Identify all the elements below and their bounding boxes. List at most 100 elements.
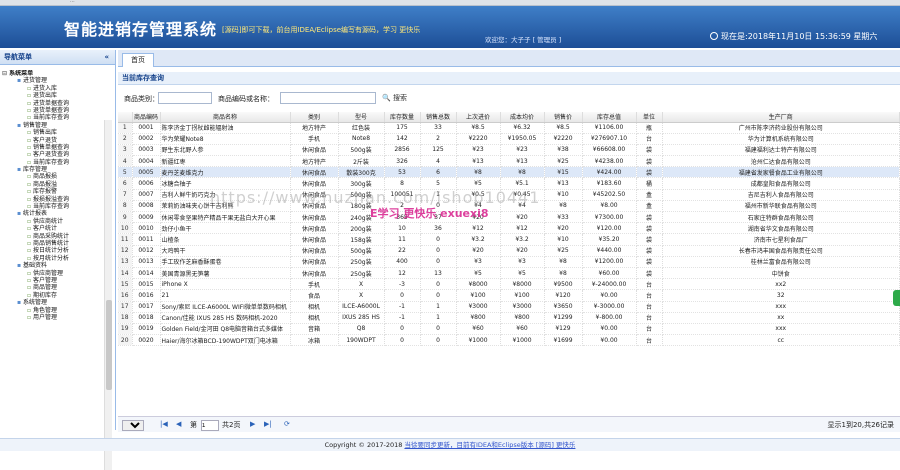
tree-item[interactable]: 库存报警 [0, 188, 104, 195]
table-row[interactable]: 5 0005 麦丹芝麦维克力 休闲食品 散装300克 53 6 ¥8 ¥8 ¥15 ¥424.00 袋… [118, 166, 900, 179]
name-label: 商品编码或名称： [218, 95, 274, 103]
column-header[interactable]: 商品编码 [132, 112, 161, 123]
table-cell: 0 [420, 334, 457, 347]
side-float-tab[interactable] [893, 290, 900, 306]
table-cell: 53 [384, 166, 421, 179]
tree-item[interactable]: 商品采购统计 [0, 233, 104, 240]
column-header[interactable]: 库存数量 [384, 112, 421, 123]
table-row[interactable]: 3 0003 野生东北野人参 休闲食品 500g装 2856 125 ¥23 ¥23 ¥38 ¥66… [118, 144, 900, 157]
sidebar-scrollbar[interactable] [104, 120, 112, 470]
table-cell: ¥800 [456, 312, 501, 324]
table-cell: 0 [420, 256, 457, 268]
table-row[interactable]: 13 0013 手工玫作芝麻香酥蛋卷 休闲食品 250g装 400 0 ¥3 ¥3 ¥8 ¥1200… [118, 256, 900, 268]
column-header[interactable]: 生产厂商 [662, 112, 900, 123]
tree-item[interactable]: 用户管理 [0, 314, 104, 321]
tree-item[interactable]: 期初库存 [0, 292, 104, 299]
table-cell: 1 [420, 301, 457, 313]
table-cell: ¥60 [500, 323, 545, 336]
column-header[interactable]: 成本均价 [500, 112, 545, 123]
first-page-icon[interactable]: |◀ [160, 420, 168, 428]
table-row[interactable]: 20 0020 Haier/海尔冰箱BCD-190WDPT双门电冰箱 冰箱 190WDP… [118, 334, 900, 347]
prev-page-icon[interactable]: ◀ [176, 420, 181, 428]
table-row[interactable]: 16 0016 21 食品 X 0 0 ¥100 ¥100 ¥120 ¥0.00 台 32 [118, 289, 900, 302]
table-cell: xxx [662, 301, 900, 313]
name-input[interactable] [280, 92, 376, 104]
table-cell: ¥15 [544, 166, 583, 179]
table-row[interactable]: 15 0015 iPhone X 手机 X -3 0 ¥8000 ¥8000 ¥9500 ¥-240… [118, 278, 900, 291]
table-cell: ¥3000 [500, 301, 545, 313]
page-input[interactable] [201, 420, 219, 431]
tree-item[interactable]: 商品报损 [0, 173, 104, 180]
tree-item[interactable]: 当前库存查询 [0, 114, 104, 121]
tree-item[interactable]: 客户退货查询 [0, 151, 104, 158]
table-cell: ¥8.00 [582, 200, 637, 213]
tree-root[interactable]: 系统菜单 [0, 70, 104, 77]
tree-item[interactable]: 进货单据查询 [0, 100, 104, 107]
tree-item[interactable]: 角色管理 [0, 307, 104, 314]
tree-item[interactable]: 报损报溢查询 [0, 196, 104, 203]
table-cell: Q8 [338, 323, 385, 336]
tree-item[interactable]: 客户退货 [0, 137, 104, 144]
column-header[interactable]: 库存总值 [582, 112, 637, 123]
table-cell: 142 [384, 133, 421, 145]
table-cell: 散装300克 [338, 166, 385, 179]
table-cell: 0 [384, 334, 421, 347]
table-row[interactable]: 2 0002 华为荣耀Note8 手机 Note8 142 2 ¥2220 ¥1950.05 ¥2… [118, 133, 900, 145]
table-row[interactable]: 18 0018 Canon/佳能 IXUS 285 HS 数码相机-2020 相机 IX… [118, 312, 900, 324]
next-page-icon[interactable]: ▶ [250, 420, 255, 428]
table-cell: ¥100 [456, 289, 501, 302]
footer-link[interactable]: 当徐要同步更新，目前有IDEA和Eclipse版本 [源码] 更快乐 [404, 441, 575, 449]
refresh-icon[interactable]: ⟳ [284, 420, 290, 428]
page-size-select[interactable]: 20 [122, 420, 144, 431]
table-row[interactable]: 14 0014 美国青源黑无笋薯 休闲食品 250g装 12 13 ¥5 ¥5 ¥8 ¥60.00 袋… [118, 267, 900, 280]
column-header[interactable]: 上次进价 [456, 112, 501, 123]
type-input[interactable] [158, 92, 212, 104]
footer: Copyright © 2017-2018 当徐要同步更新，目前有IDEA和Ec… [0, 438, 900, 451]
column-header[interactable]: 商品名称 [160, 112, 291, 123]
tree-group[interactable]: 基础资料 [0, 262, 104, 269]
column-header[interactable]: 类别 [290, 112, 339, 123]
table-row[interactable]: 9 0009 休闲零食坚果特产精品干果无盐白大开心果 休闲食品 240g装 365 37 ¥2… [118, 211, 900, 224]
table-cell: ¥12 [456, 222, 501, 235]
table-row[interactable]: 19 0019 Golden Field/金河田 Q8电脑音箱台式多媒体 音箱 Q8 0 0… [118, 323, 900, 336]
tree-group[interactable]: 进货管理 [0, 77, 104, 84]
tree-item[interactable]: 退货出库 [0, 92, 104, 99]
table-cell: ¥45202.50 [582, 189, 637, 201]
header-notice[interactable]: [源码]即可下载，前台用IDEA/Eclipse编写有源码，学习 更快乐 [222, 25, 420, 35]
table-row[interactable]: 1 0001 陈李济金丁拐杖雌能辐射油 地方特产 红色装 175 33 ¥8.5 ¥6.32 ¥8… [118, 122, 900, 134]
collapse-icon[interactable]: « [104, 50, 109, 65]
column-header[interactable]: 单位 [636, 112, 663, 123]
table-cell: 麦丹芝麦维克力 [160, 166, 291, 179]
tree-group[interactable]: 统计报表 [0, 210, 104, 217]
tree-item[interactable]: 按月统计分析 [0, 255, 104, 262]
scrollbar-thumb[interactable] [106, 300, 112, 390]
tree-item[interactable]: 当前库存查询 [0, 159, 104, 166]
last-page-icon[interactable]: ▶| [264, 420, 272, 428]
column-header[interactable]: 销售价 [544, 112, 583, 123]
search-button[interactable]: 🔍 搜索 [382, 93, 407, 103]
table-row[interactable]: 11 0011 山楂条 休闲食品 158g装 11 0 ¥3.2 ¥3.2 ¥10 ¥35.20 袋济… [118, 233, 900, 246]
table-row[interactable]: 10 0010 劲仔小鱼干 休闲食品 200g装 10 36 ¥12 ¥12 ¥20 ¥120.00… [118, 222, 900, 235]
column-header[interactable]: 型号 [338, 112, 385, 123]
clock: 现在是:2018年11月10日 15:36:59 星期六 [710, 31, 877, 42]
table-cell: 0004 [132, 155, 161, 168]
table-cell: 休闲食品 [290, 222, 339, 235]
column-header[interactable] [118, 112, 133, 123]
table-cell: 0 [384, 323, 421, 336]
table-row[interactable]: 4 0004 新疆红枣 地方特产 2斤装 326 4 ¥13 ¥13 ¥25 ¥4238.00 袋沧州… [118, 155, 900, 168]
tree-item[interactable]: 按日统计分析 [0, 247, 104, 254]
tab-home[interactable]: 首页 [122, 53, 154, 67]
table-row[interactable]: 17 0017 Sony/索尼 ILCE-A6000L WIFI微单单数码相机 相机 I… [118, 301, 900, 313]
table-row[interactable]: 12 0012 大鸡鸭干 休闲食品 500g装 22 0 ¥20 ¥20 ¥25 ¥440.00 袋长… [118, 245, 900, 257]
tree-group[interactable]: 系统管理 [0, 299, 104, 306]
column-header[interactable]: 销售总数 [420, 112, 457, 123]
table-cell: 175 [384, 122, 421, 134]
table-cell: xx [662, 312, 900, 324]
tree-item[interactable]: 客户统计 [0, 225, 104, 232]
tree-item[interactable]: 供应商管理 [0, 270, 104, 277]
tree-item[interactable]: 商品管理 [0, 284, 104, 291]
table-cell: 瓶 [636, 122, 663, 134]
tree-item[interactable]: 当前库存查询 [0, 203, 104, 210]
table-cell: 石家庄特群食品有限公司 [662, 211, 900, 224]
tree-item[interactable]: 销售出库 [0, 129, 104, 136]
